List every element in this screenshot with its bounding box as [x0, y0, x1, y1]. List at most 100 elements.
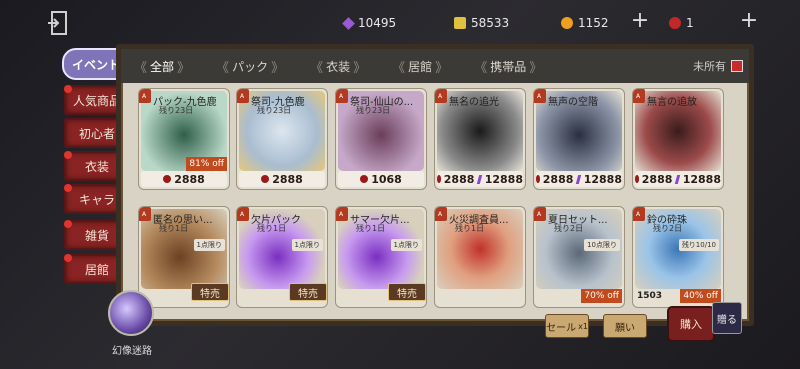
category-label: 初心者	[78, 126, 115, 141]
wish-button[interactable]: 願い	[603, 314, 647, 338]
purple-crystal-icon	[576, 174, 582, 184]
shop-item-card[interactable]: A 祭司-仙山の... 残り23日 1068	[335, 88, 427, 190]
special-sale-badge: 特売	[289, 283, 327, 301]
checkbox[interactable]	[731, 60, 743, 72]
rank-icon: A	[534, 207, 546, 221]
purchase-limit: 1点限り	[193, 239, 225, 251]
filter-tabs: 《全部》 《パック》 《衣装》 《居館》 《携帯品》 未所有	[121, 49, 749, 83]
tab-all[interactable]: 《全部》	[121, 49, 203, 83]
shop-item-card[interactable]: A パック-九色鹿 残り23日 81% off 1550 2888	[138, 88, 230, 190]
special-sale-badge: 特売	[191, 283, 229, 301]
sale-button[interactable]: セール x1	[545, 314, 589, 338]
original-price: 1503	[637, 291, 663, 301]
red-gem-icon	[360, 175, 369, 183]
price-tag: 2888	[141, 171, 227, 187]
price-value-alt: 12888	[682, 172, 721, 186]
wish-label: 願い	[615, 322, 635, 334]
shop-item-card[interactable]: A 無声の空階 2888 12888	[533, 88, 625, 190]
notification-dot	[64, 151, 72, 159]
shop-item-card[interactable]: A サマー欠片... 残り1日 1点限り 特売	[335, 206, 427, 308]
category-label: 雑貨	[84, 228, 109, 243]
buy-button[interactable]: 購入	[667, 306, 715, 342]
rank-icon: A	[534, 89, 546, 103]
add-gem-button[interactable]: +	[739, 10, 759, 32]
item-remaining: 残り2日	[653, 224, 683, 233]
price-value: 2888	[174, 172, 205, 186]
item-remaining: 残り23日	[356, 106, 391, 115]
red-gem-icon	[536, 175, 540, 183]
shop-item-card[interactable]: A 無言の追放 2888 12888	[632, 88, 724, 190]
shop-item-card[interactable]: A 火災調査員... 残り1日	[434, 206, 526, 308]
shop-item-card[interactable]: A 鈴の砕珠 残り2日 残り10/10 1503 40% off	[632, 206, 724, 308]
item-name: 無名の追光	[449, 97, 499, 108]
red-gem-icon	[669, 17, 681, 29]
price-value: 1068	[371, 172, 402, 186]
price-value-alt: 12888	[583, 172, 622, 186]
tab-label: 携帯品	[490, 59, 527, 74]
red-gem-icon	[437, 175, 441, 183]
price-value: 2888	[641, 172, 673, 186]
gift-button[interactable]: 贈る	[712, 302, 742, 334]
sale-label: セール	[546, 322, 577, 334]
item-remaining: 残り2日	[554, 224, 584, 233]
exit-door-icon[interactable]	[44, 8, 74, 38]
category-label: キャラ	[78, 192, 115, 207]
currency-redgem: 1	[669, 14, 694, 32]
orb-label: 幻像迷路	[112, 346, 152, 357]
notification-dot	[64, 220, 72, 228]
discount-badge: 40% off	[680, 289, 721, 303]
unowned-filter[interactable]: 未所有	[693, 49, 743, 83]
puzzle-piece-icon	[454, 17, 466, 29]
rank-icon: A	[336, 89, 348, 103]
tab-mansion[interactable]: 《居館》	[379, 49, 461, 83]
item-remaining: 残り23日	[257, 106, 292, 115]
price-value: 2888	[542, 172, 574, 186]
shop-item-card[interactable]: A 匿名の思い... 残り1日 1点限り 特売	[138, 206, 230, 308]
purchase-limit: 残り10/10	[678, 239, 719, 251]
notification-dot	[64, 254, 72, 262]
rank-icon: A	[633, 207, 645, 221]
price-tag: 2888 12888	[536, 171, 622, 187]
currency-puzzle: 58533	[454, 14, 509, 32]
price-value: 2888	[443, 172, 475, 186]
special-sale-badge: 特売	[388, 283, 426, 301]
rank-icon: A	[336, 207, 348, 221]
add-coin-button[interactable]: +	[630, 10, 650, 32]
tab-label: 居館	[408, 59, 433, 74]
item-remaining: 残り23日	[159, 106, 194, 115]
sale-count: x1	[578, 321, 588, 331]
item-remaining: 残り1日	[356, 224, 386, 233]
rank-icon: A	[435, 207, 447, 221]
red-gem-icon	[261, 175, 270, 183]
purple-crystal-icon	[342, 16, 355, 30]
red-gem-icon	[163, 175, 172, 183]
shop-item-card[interactable]: A 夏日セット... 残り2日 10点限り 70% off	[533, 206, 625, 308]
category-label: 居館	[84, 262, 109, 277]
rank-icon: A	[435, 89, 447, 103]
purchase-limit: 1点限り	[390, 239, 422, 251]
shop-item-card[interactable]: A 欠片パック 残り1日 1点限り 特売	[236, 206, 328, 308]
currency-coin: 1152	[561, 14, 609, 32]
red-gem-icon	[635, 175, 639, 183]
purchase-limit: 1点限り	[291, 239, 323, 251]
tab-costume[interactable]: 《衣装》	[297, 49, 379, 83]
notification-dot	[64, 184, 72, 192]
tab-accessory[interactable]: 《携帯品》	[461, 49, 555, 83]
illusion-maze-orb-icon[interactable]	[108, 290, 154, 336]
tab-pack[interactable]: 《パック》	[203, 49, 297, 83]
shop-item-card[interactable]: A 祭司-九色鹿 残り23日 2888	[236, 88, 328, 190]
category-label: 衣装	[84, 159, 109, 174]
notification-dot	[64, 85, 72, 93]
tab-label: 衣装	[326, 59, 351, 74]
price-tag: 1068	[338, 171, 424, 187]
gift-label: 贈る	[717, 314, 737, 326]
rank-icon: A	[237, 207, 249, 221]
purple-crystal-icon	[675, 174, 681, 184]
price-tag: 2888 12888	[437, 171, 523, 187]
price-tag: 2888 12888	[635, 171, 721, 187]
item-name: 無言の追放	[647, 97, 697, 108]
shop-item-card[interactable]: A 無名の追光 2888 12888	[434, 88, 526, 190]
rank-icon: A	[139, 89, 151, 103]
discount-badge: 81% off	[186, 157, 227, 171]
price-value: 2888	[272, 172, 303, 186]
